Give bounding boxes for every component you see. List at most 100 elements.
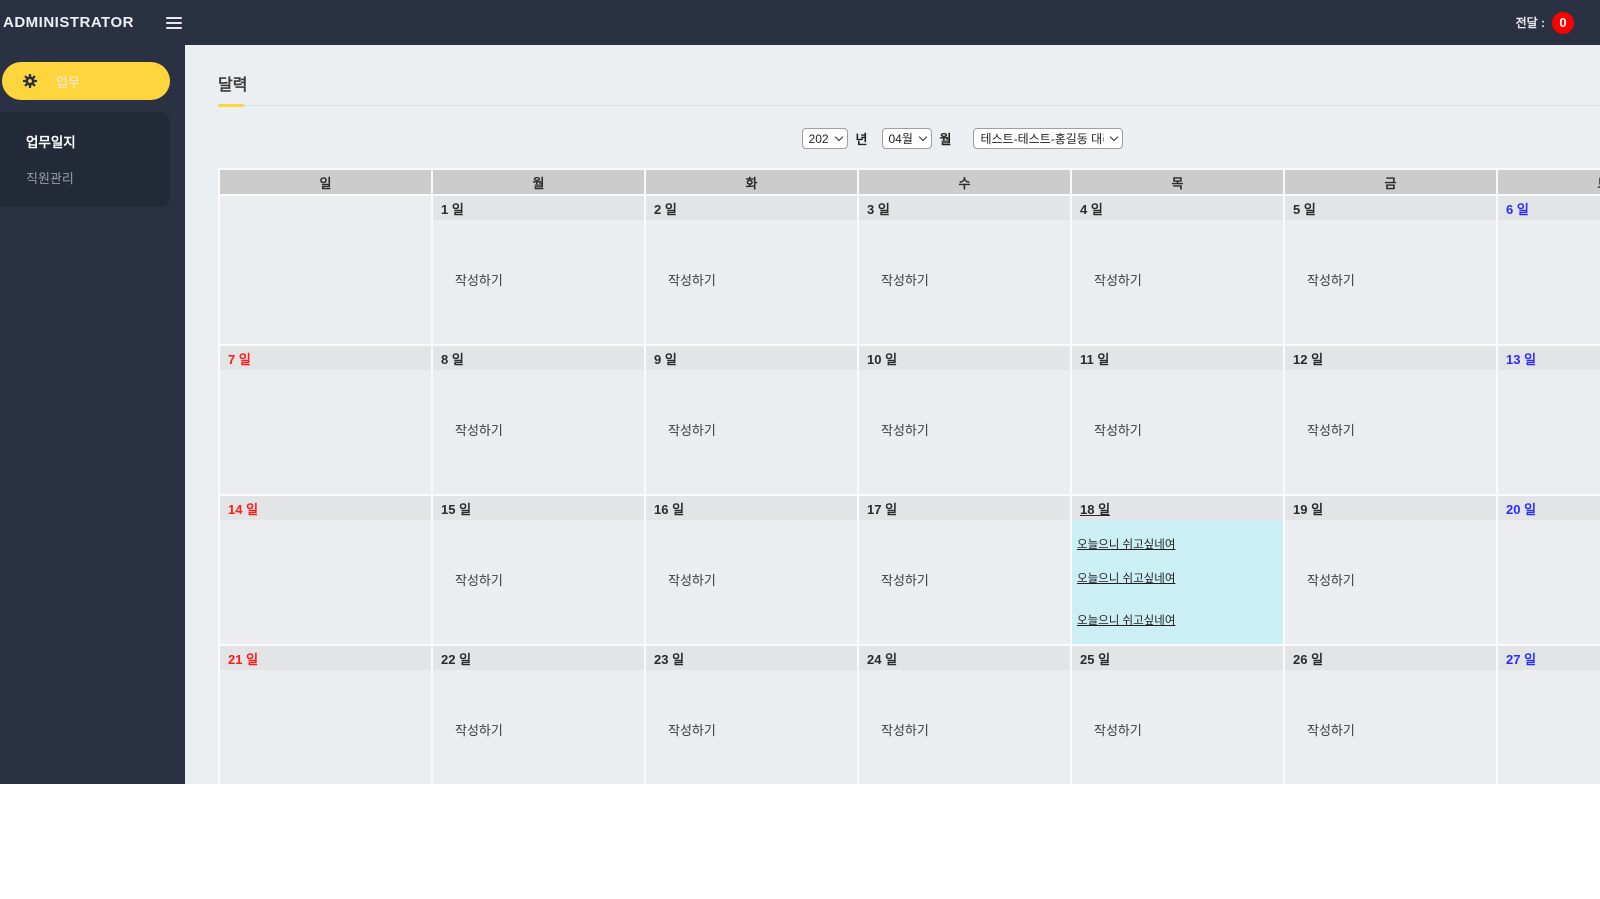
notification-badge[interactable]: 0 [1552, 11, 1574, 34]
work-log-entry-link[interactable]: 오늘으니 쉬고싶네여 [1077, 612, 1175, 628]
year-select[interactable]: 2024 [801, 128, 848, 149]
calendar-cell: 8 일작성하기 [433, 346, 644, 494]
calendar-cell-header: 10 일 [859, 346, 1070, 370]
calendar-cell: 18 일 오늘으니 쉬고싶네여 오늘으니 쉬고싶네여 오늘으니 쉬고싶네여 [1072, 496, 1283, 644]
day-number: 19 일 [1293, 501, 1324, 517]
calendar-cell: 23 일작성하기 [646, 646, 857, 784]
calendar-cell-header: 4 일 [1072, 196, 1283, 220]
write-entry-link[interactable]: 작성하기 [1307, 420, 1355, 439]
work-log-entry-link[interactable]: 오늘으니 쉬고싶네여 [1077, 536, 1175, 552]
write-entry-link[interactable]: 작성하기 [668, 420, 716, 439]
day-number: 23 일 [654, 651, 685, 667]
calendar-cell: 19 일작성하기 [1285, 496, 1496, 644]
write-entry-link[interactable]: 작성하기 [668, 720, 716, 739]
sidebar: 업무 업무일지 직원관리 [0, 45, 185, 784]
write-entry-link[interactable]: 작성하기 [881, 420, 929, 439]
calendar-grid: 일월화수목금토1 일작성하기2 일작성하기3 일작성하기4 일작성하기5 일작성… [218, 168, 1600, 784]
calendar-cell: 13 일 [1498, 346, 1600, 494]
calendar-cell: 14 일 [220, 496, 431, 644]
weekday-header: 수 [859, 170, 1070, 194]
weekday-header: 목 [1072, 170, 1283, 194]
day-number: 24 일 [867, 651, 898, 667]
month-select-wrap: 04월 [881, 128, 932, 149]
title-divider [218, 104, 1600, 107]
day-number: 4 일 [1080, 201, 1103, 217]
calendar-cell: 12 일작성하기 [1285, 346, 1496, 494]
write-entry-link[interactable]: 작성하기 [1094, 420, 1142, 439]
calendar-cell-header: 5 일 [1285, 196, 1496, 220]
calendar-cell-header: 23 일 [646, 646, 857, 670]
calendar-cell: 26 일작성하기 [1285, 646, 1496, 784]
app-body: 업무 업무일지 직원관리 달력 2024 년 04월 월 테스트-테스트-홍길동… [0, 45, 1600, 784]
weekday-header: 월 [433, 170, 644, 194]
write-entry-link[interactable]: 작성하기 [668, 570, 716, 589]
sidebar-menu-work[interactable]: 업무 [2, 62, 170, 100]
calendar-cell: 16 일작성하기 [646, 496, 857, 644]
calendar-cell-header: 16 일 [646, 496, 857, 520]
calendar-cell-header: 17 일 [859, 496, 1070, 520]
calendar-cell-header: 2 일 [646, 196, 857, 220]
sidebar-item-staff[interactable]: 직원관리 [26, 168, 170, 187]
write-entry-link[interactable]: 작성하기 [455, 570, 503, 589]
day-number: 12 일 [1293, 351, 1324, 367]
calendar-cell-header: 12 일 [1285, 346, 1496, 370]
calendar-cell: 17 일작성하기 [859, 496, 1070, 644]
day-number: 14 일 [228, 501, 259, 517]
day-number: 1 일 [441, 201, 464, 217]
write-entry-link[interactable]: 작성하기 [1307, 570, 1355, 589]
calendar-cell: 27 일 [1498, 646, 1600, 784]
weekday-header: 금 [1285, 170, 1496, 194]
day-number: 20 일 [1506, 501, 1537, 517]
calendar-cell-header: 3 일 [859, 196, 1070, 220]
write-entry-link[interactable]: 작성하기 [668, 270, 716, 289]
write-entry-link[interactable]: 작성하기 [455, 270, 503, 289]
weekday-header: 일 [220, 170, 431, 194]
member-select[interactable]: 테스트-테스트-홍길동 대리 [973, 128, 1124, 149]
member-select-wrap: 테스트-테스트-홍길동 대리 [973, 128, 1124, 149]
calendar-cell: 3 일작성하기 [859, 196, 1070, 344]
calendar-cell-header: 22 일 [433, 646, 644, 670]
day-number: 13 일 [1506, 351, 1537, 367]
day-number: 7 일 [228, 351, 251, 367]
main-content: 달력 2024 년 04월 월 테스트-테스트-홍길동 대리 일 월 화 수 목… [185, 45, 1600, 784]
day-number: 15 일 [441, 501, 472, 517]
hamburger-menu-icon[interactable] [165, 16, 182, 29]
calendar-cell: 24 일작성하기 [859, 646, 1070, 784]
day-number[interactable]: 18 일 [1080, 499, 1110, 518]
sidebar-menu-work-label: 업무 [56, 74, 80, 90]
calendar-cell: 6 일 [1498, 196, 1600, 344]
day-number: 6 일 [1506, 201, 1529, 217]
day-number: 8 일 [441, 351, 464, 367]
write-entry-link[interactable]: 작성하기 [1094, 270, 1142, 289]
write-entry-link[interactable]: 작성하기 [1307, 720, 1355, 739]
work-log-entry-link[interactable]: 오늘으니 쉬고싶네여 [1077, 570, 1175, 586]
day-number: 27 일 [1506, 651, 1537, 667]
write-entry-link[interactable]: 작성하기 [1094, 720, 1142, 739]
day-number: 11 일 [1080, 351, 1110, 367]
calendar-cell: 20 일 [1498, 496, 1600, 644]
write-entry-link[interactable]: 작성하기 [455, 420, 503, 439]
calendar-cell-header: 24 일 [859, 646, 1070, 670]
calendar-cell: 22 일작성하기 [433, 646, 644, 784]
gear-icon [22, 73, 38, 89]
calendar-cell-header: 8 일 [433, 346, 644, 370]
month-select[interactable]: 04월 [881, 128, 932, 149]
write-entry-link[interactable]: 작성하기 [1307, 270, 1355, 289]
year-suffix-label: 년 [855, 132, 868, 147]
write-entry-link[interactable]: 작성하기 [455, 720, 503, 739]
write-entry-link[interactable]: 작성하기 [881, 570, 929, 589]
write-entry-link[interactable]: 작성하기 [881, 270, 929, 289]
day-number: 9 일 [654, 351, 677, 367]
month-suffix-label: 월 [939, 132, 952, 147]
calendar-cell-header: 13 일 [1498, 346, 1600, 370]
brand-title: ADMINISTRATOR [3, 14, 134, 31]
sidebar-item-worklog[interactable]: 업무일지 [26, 131, 170, 151]
day-number: 26 일 [1293, 651, 1324, 667]
day-number: 2 일 [654, 201, 677, 217]
calendar-cell-header: 6 일 [1498, 196, 1600, 220]
day-number: 5 일 [1293, 201, 1316, 217]
page-title: 달력 [218, 77, 248, 94]
calendar-cell: 10 일작성하기 [859, 346, 1070, 494]
calendar-cell: 9 일작성하기 [646, 346, 857, 494]
write-entry-link[interactable]: 작성하기 [881, 720, 929, 739]
